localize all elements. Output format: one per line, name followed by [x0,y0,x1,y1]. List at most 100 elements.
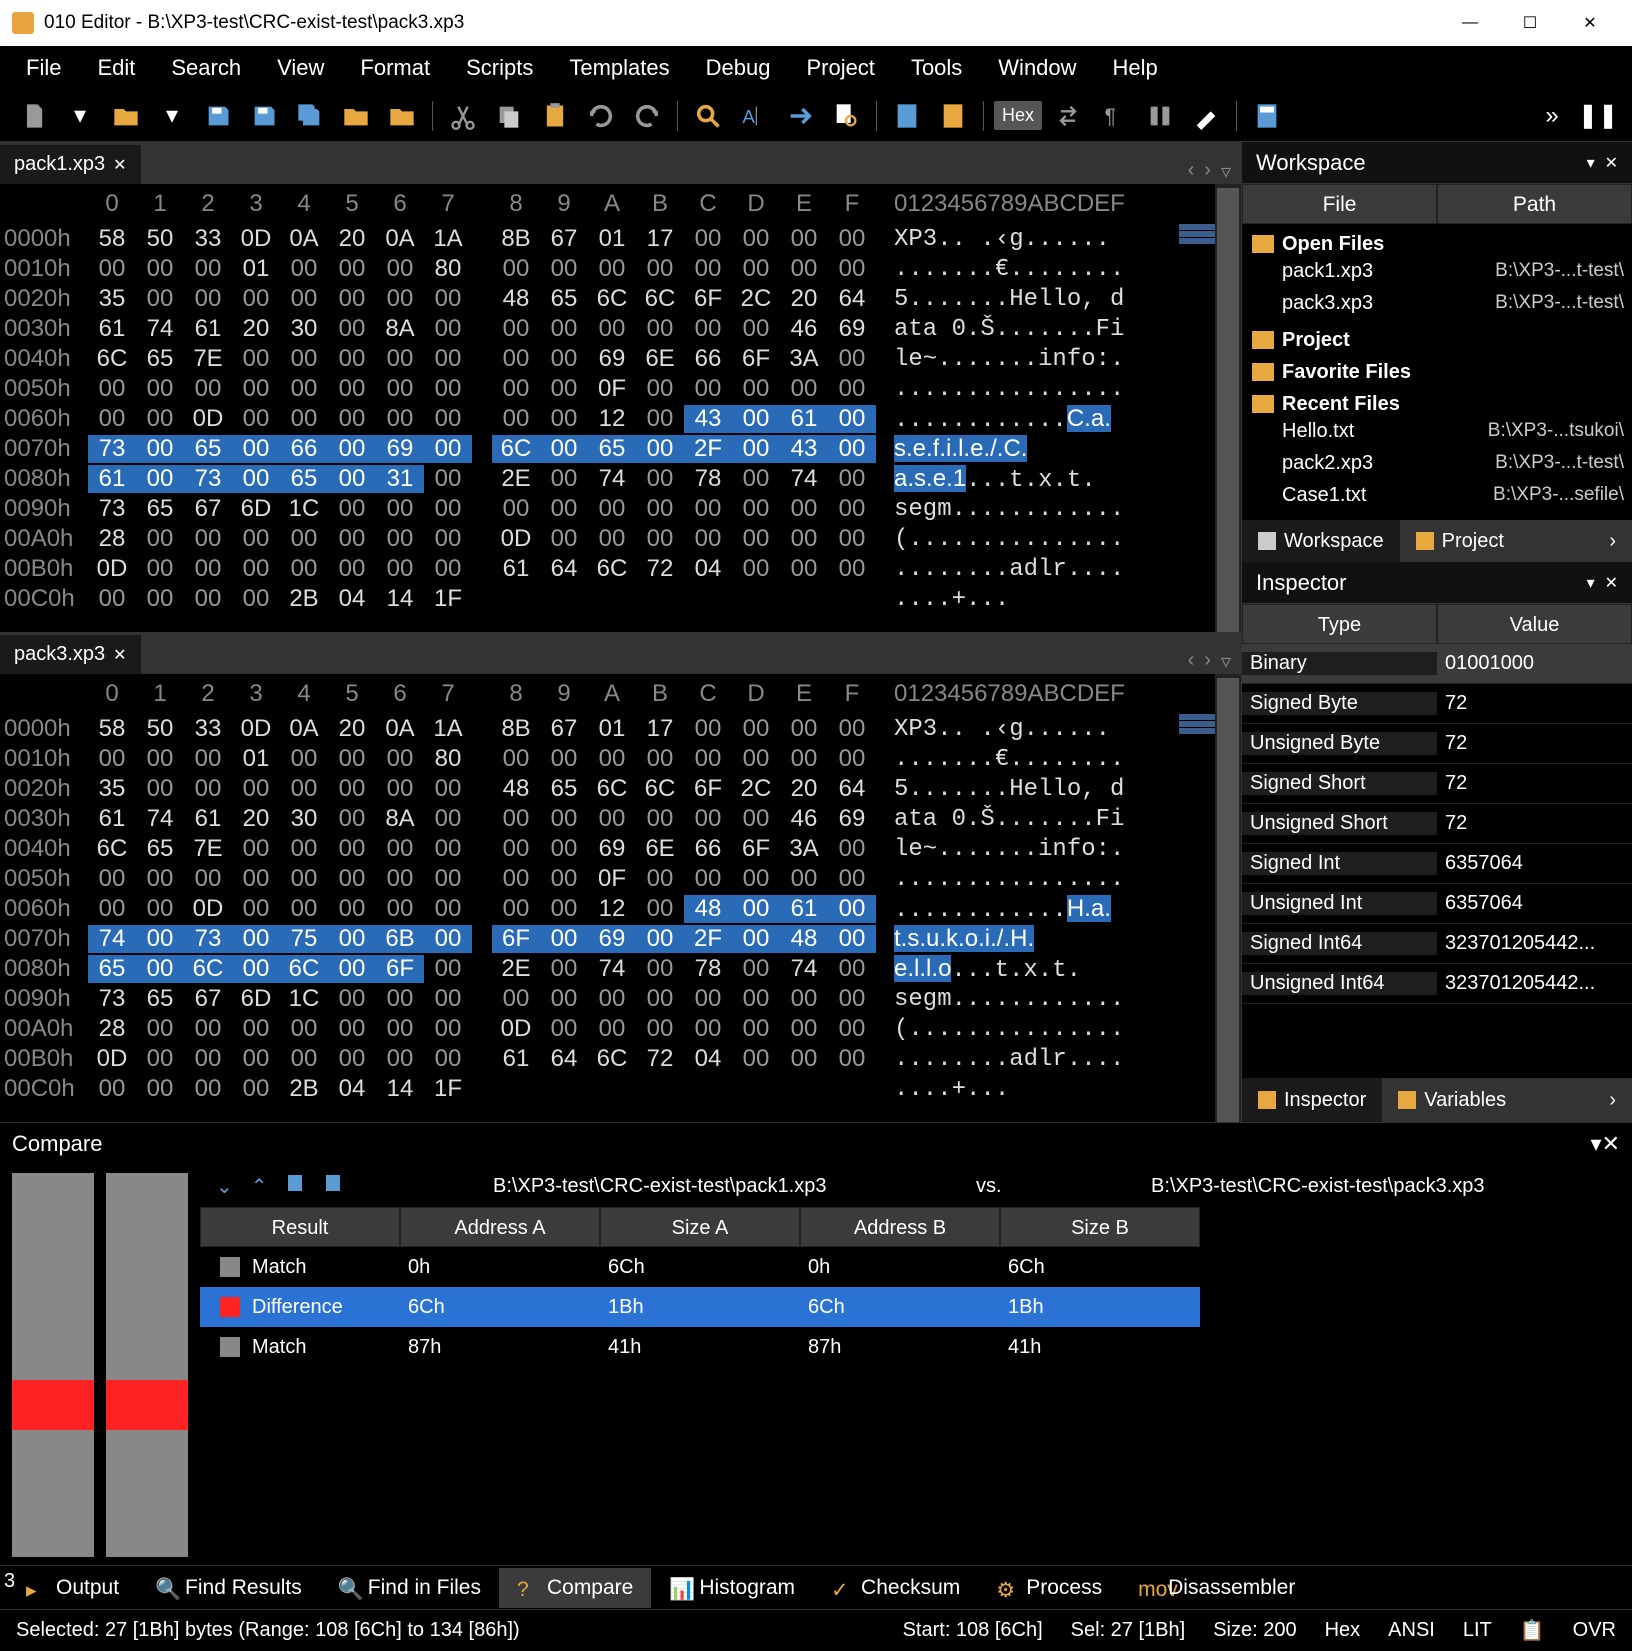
bottom-tab-output[interactable]: ▸Output [8,1568,137,1608]
inspector-tab-inspector[interactable]: Inspector [1242,1078,1382,1122]
find-in-files-button[interactable] [826,96,866,136]
compare-col[interactable]: Address B [800,1207,1000,1247]
toolbar-overflow-button[interactable]: » [1532,96,1572,136]
status-ovr[interactable]: OVR [1573,1619,1616,1642]
col-value[interactable]: Value [1437,604,1632,644]
panel-menu-button[interactable]: ▾ [1591,1131,1602,1157]
tab-close-icon[interactable]: ✕ [113,155,126,175]
tab-next-button[interactable]: › [1204,159,1211,184]
inspector-row[interactable]: Signed Int6357064 [1242,844,1632,884]
bottom-tab-find-results[interactable]: 🔍Find Results [137,1568,320,1608]
compare-col[interactable]: Address A [400,1207,600,1247]
compare-col[interactable]: Size B [1000,1207,1200,1247]
hex-mode-button[interactable]: Hex [994,101,1042,130]
panel-close-button[interactable]: ✕ [1602,1131,1620,1157]
status-start[interactable]: Start: 108 [6Ch] [903,1619,1043,1642]
bottom-tab-find-in-files[interactable]: 🔍Find in Files [320,1568,499,1608]
maximize-button[interactable]: ☐ [1500,0,1560,46]
cut-button[interactable] [443,96,483,136]
toolbar-pause-button[interactable]: ❚❚ [1578,96,1618,136]
copy-button[interactable] [489,96,529,136]
whitespace-button[interactable]: ¶ [1094,96,1134,136]
editor1-tab[interactable]: pack1.xp3 ✕ [0,145,141,184]
calculator-button[interactable] [1247,96,1287,136]
new-file-button[interactable] [14,96,54,136]
run-template-button[interactable] [933,96,973,136]
inspector-tab-more[interactable]: › [1593,1078,1632,1122]
linefeed-button[interactable] [1140,96,1180,136]
editor1-hex[interactable]: 0000h0010h0020h0030h0040h0050h0060h0070h… [0,184,1241,632]
workspace-group[interactable]: Recent Files [1242,388,1632,420]
tab-next-button[interactable]: › [1204,649,1211,674]
inspector-row[interactable]: Signed Byte72 [1242,684,1632,724]
workspace-file[interactable]: Case1.txtB:\XP3-...sefile\ [1242,484,1632,516]
workspace-group[interactable]: Open Files [1242,228,1632,260]
menu-window[interactable]: Window [980,49,1094,87]
menu-templates[interactable]: Templates [551,49,687,87]
col-file[interactable]: File [1242,184,1437,224]
bottom-tab-disassembler[interactable]: movDisassembler [1120,1568,1313,1608]
status-size[interactable]: Size: 200 [1213,1619,1296,1642]
workspace-group[interactable]: Favorite Files [1242,356,1632,388]
goto-button[interactable] [780,96,820,136]
compare-row[interactable]: Match0h6Ch0h6Ch [200,1247,1200,1287]
compare-col[interactable]: Result [200,1207,400,1247]
bottom-tab-histogram[interactable]: 📊Histogram [651,1568,813,1608]
tab-prev-button[interactable]: ‹ [1188,159,1195,184]
menu-debug[interactable]: Debug [688,49,789,87]
paste-button[interactable] [535,96,575,136]
editor2-tab[interactable]: pack3.xp3 ✕ [0,635,141,674]
open-drive-button[interactable] [382,96,422,136]
tab-menu-button[interactable]: ▿ [1221,159,1231,184]
run-script-button[interactable] [887,96,927,136]
compare-goto-b-button[interactable] [324,1173,344,1199]
bottom-tab-checksum[interactable]: ✓Checksum [813,1568,978,1608]
menu-format[interactable]: Format [342,49,448,87]
workspace-file[interactable]: Hello.txtB:\XP3-...tsukoi\ [1242,420,1632,452]
menu-search[interactable]: Search [153,49,259,87]
menu-edit[interactable]: Edit [79,49,153,87]
tab-prev-button[interactable]: ‹ [1188,649,1195,674]
workspace-tab-workspace[interactable]: Workspace [1242,520,1400,562]
inspector-row[interactable]: Signed Int64323701205442... [1242,924,1632,964]
workspace-file[interactable]: pack1.xp3B:\XP3-...t-test\ [1242,260,1632,292]
workspace-file[interactable]: pack2.xp3B:\XP3-...t-test\ [1242,452,1632,484]
status-hex[interactable]: Hex [1325,1619,1361,1642]
compare-col[interactable]: Size A [600,1207,800,1247]
inspector-row[interactable]: Unsigned Short72 [1242,804,1632,844]
workspace-group[interactable]: Project [1242,324,1632,356]
inspector-row[interactable]: Signed Short72 [1242,764,1632,804]
panel-close-button[interactable]: ✕ [1605,153,1618,173]
workspace-tab-more[interactable]: › [1593,520,1632,562]
col-type[interactable]: Type [1242,604,1437,644]
scrollbar[interactable] [1215,184,1241,632]
highlight-button[interactable] [1186,96,1226,136]
col-path[interactable]: Path [1437,184,1632,224]
scrollbar[interactable] [1215,674,1241,1122]
workspace-tree[interactable]: Open Filespack1.xp3B:\XP3-...t-test\ pack… [1242,224,1632,520]
tab-menu-button[interactable]: ▿ [1221,649,1231,674]
new-menu-button[interactable]: ▾ [60,96,100,136]
save-button[interactable] [198,96,238,136]
compare-bar-a[interactable] [12,1173,94,1557]
minimize-button[interactable]: — [1440,0,1500,46]
open-menu-button[interactable]: ▾ [152,96,192,136]
compare-prev-button[interactable]: ⌃ [251,1174,268,1199]
status-lit[interactable]: LIT [1463,1619,1492,1642]
menu-file[interactable]: File [8,49,79,87]
inspector-row[interactable]: Unsigned Byte72 [1242,724,1632,764]
compare-row[interactable]: Difference6Ch1Bh6Ch1Bh [200,1287,1200,1327]
tab-close-icon[interactable]: ✕ [113,645,126,665]
menu-view[interactable]: View [259,49,342,87]
undo-button[interactable] [581,96,621,136]
open-file-button[interactable] [106,96,146,136]
menu-project[interactable]: Project [788,49,892,87]
inspector-row[interactable]: Unsigned Int6357064 [1242,884,1632,924]
compare-bar-b[interactable] [106,1173,188,1557]
panel-menu-button[interactable]: ▾ [1587,573,1595,593]
find-button[interactable] [688,96,728,136]
menu-help[interactable]: Help [1095,49,1176,87]
menu-scripts[interactable]: Scripts [448,49,551,87]
replace-button[interactable]: A [734,96,774,136]
inspector-row[interactable]: Unsigned Int64323701205442... [1242,964,1632,1004]
